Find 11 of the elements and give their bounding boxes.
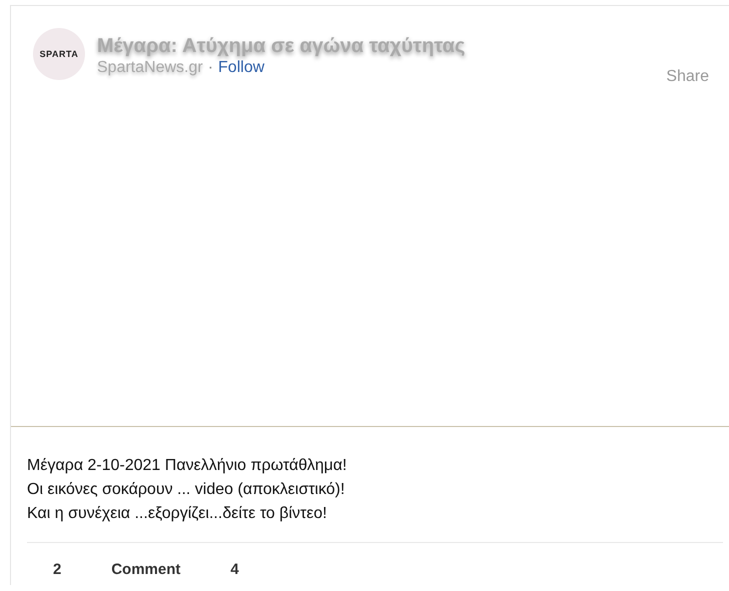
post-text-line: Μέγαρα 2-10-2021 Πανελλήνιο πρωτάθλημα!	[27, 456, 348, 476]
footer-action[interactable]: Comment	[111, 561, 181, 578]
separator-dot: ·	[208, 59, 214, 77]
avatar-logo-text: SPARTA	[40, 49, 78, 59]
follow-link[interactable]: Follow	[218, 59, 264, 77]
post-title: Μέγαρα: Ατύχημα σε αγώνα ταχύτητας	[97, 35, 466, 58]
post-text-line: Και η συνέχεια ...εξοργίζει...δείτε το βίντεο!	[27, 504, 328, 524]
post-text-line: Οι εικόνες σοκάρουν ... video (αποκλειστικό)!	[27, 480, 346, 500]
footer-action[interactable]: 2	[53, 561, 62, 578]
source-name: SpartaNews.gr	[97, 59, 203, 77]
footer-action[interactable]: 4	[230, 561, 239, 578]
